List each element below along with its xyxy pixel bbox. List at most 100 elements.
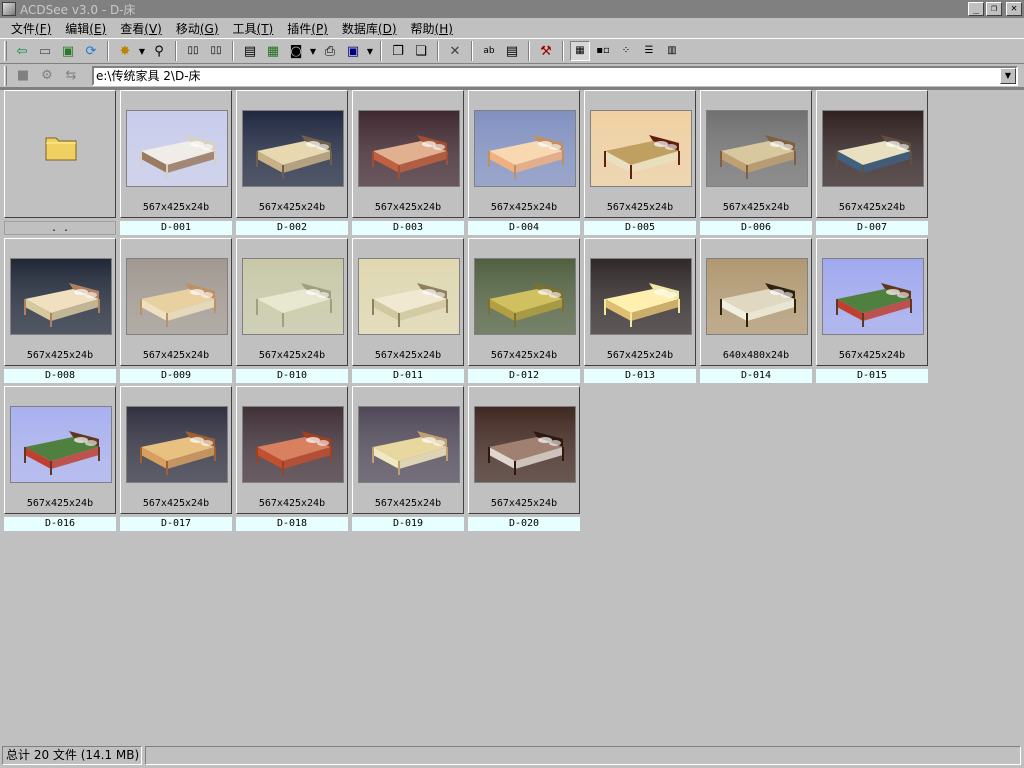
menu-item-5[interactable]: 插件(P): [280, 20, 335, 37]
thumbnail-frame[interactable]: 567x425x24b: [352, 238, 464, 366]
thumbnail-cell[interactable]: 567x425x24b D-007: [816, 90, 928, 236]
parent-folder-icon[interactable]: ▭: [35, 41, 55, 61]
thumbnail-cell[interactable]: 640x480x24b D-014: [700, 238, 812, 384]
file-name-label[interactable]: D-002: [236, 221, 348, 235]
properties-icon[interactable]: ▤: [502, 41, 522, 61]
file-name-label[interactable]: D-014: [700, 369, 812, 383]
thumbnail-image[interactable]: [242, 258, 344, 335]
thumbnail-image[interactable]: [822, 110, 924, 187]
thumbnail-frame[interactable]: 567x425x24b: [236, 238, 348, 366]
thumbnail-image[interactable]: [474, 110, 576, 187]
file-name-label[interactable]: D-019: [352, 517, 464, 531]
thumbnail-frame[interactable]: 567x425x24b: [4, 238, 116, 366]
file-name-label[interactable]: D-001: [120, 221, 232, 235]
thumbnail-image[interactable]: [358, 110, 460, 187]
find-icon[interactable]: ⚲: [149, 41, 169, 61]
thumbnail-frame[interactable]: 567x425x24b: [120, 238, 232, 366]
view-thumbnails-icon[interactable]: ▦: [570, 41, 590, 61]
file-name-label[interactable]: D-013: [584, 369, 696, 383]
thumbnail-image[interactable]: [474, 258, 576, 335]
slideshow-icon[interactable]: ▤: [240, 41, 260, 61]
file-name-label[interactable]: D-003: [352, 221, 464, 235]
thumbnail-cell[interactable]: 567x425x24b D-019: [352, 386, 464, 532]
thumbnail-frame[interactable]: 567x425x24b: [4, 386, 116, 514]
thumbnail-image[interactable]: [126, 258, 228, 335]
thumbnail-frame[interactable]: 567x425x24b: [120, 90, 232, 218]
file-name-label[interactable]: D-010: [236, 369, 348, 383]
thumbnail-cell[interactable]: 567x425x24b D-011: [352, 238, 464, 384]
file-name-label[interactable]: D-020: [468, 517, 580, 531]
thumbnail-cell[interactable]: 567x425x24b D-009: [120, 238, 232, 384]
close-button[interactable]: ✕: [1006, 2, 1022, 16]
thumbnail-image[interactable]: [706, 258, 808, 335]
file-name-label[interactable]: D-004: [468, 221, 580, 235]
file-name-label[interactable]: D-006: [700, 221, 812, 235]
thumbnail-frame[interactable]: 567x425x24b: [352, 90, 464, 218]
thumbnail-frame[interactable]: 640x480x24b: [700, 238, 812, 366]
rename-icon[interactable]: ab: [479, 41, 499, 61]
thumbnail-cell[interactable]: 567x425x24b D-018: [236, 386, 348, 532]
file-name-label[interactable]: D-016: [4, 517, 116, 531]
restore-button[interactable]: ❐: [986, 2, 1002, 16]
acquire-camera-icon[interactable]: ◙: [286, 41, 306, 61]
address-input[interactable]: e:\传统家具 2\D-床 ▼: [92, 66, 1018, 86]
menu-item-3[interactable]: 移动(G): [169, 20, 226, 37]
thumbnail-image[interactable]: [126, 110, 228, 187]
menu-item-0[interactable]: 文件(F): [4, 20, 58, 37]
thumbnail-cell[interactable]: 567x425x24b D-016: [4, 386, 116, 532]
minimize-button[interactable]: _: [968, 2, 984, 16]
parent-folder-frame[interactable]: [4, 90, 116, 218]
thumbnail-image[interactable]: [126, 406, 228, 483]
menu-item-7[interactable]: 帮助(H): [404, 20, 460, 37]
file-name-label[interactable]: D-012: [468, 369, 580, 383]
thumbnail-frame[interactable]: 567x425x24b: [468, 386, 580, 514]
thumbnail-image[interactable]: [590, 258, 692, 335]
thumbnail-image[interactable]: [590, 110, 692, 187]
file-name-label[interactable]: D-017: [120, 517, 232, 531]
parent-folder-cell[interactable]: . .: [4, 90, 116, 236]
thumbnail-image[interactable]: [358, 258, 460, 335]
thumbnail-frame[interactable]: 567x425x24b: [584, 238, 696, 366]
delete-icon[interactable]: ✕: [445, 41, 465, 61]
thumbnail-image[interactable]: [706, 110, 808, 187]
address-grip[interactable]: [4, 65, 7, 86]
view-image-icon[interactable]: ▣: [58, 41, 78, 61]
acquire-dropdown-icon[interactable]: ▼: [309, 47, 317, 56]
thumbnail-frame[interactable]: 567x425x24b: [816, 238, 928, 366]
file-name-label[interactable]: D-008: [4, 369, 116, 383]
title-bar[interactable]: ACDSee v3.0 - D-床 _ ❐ ✕: [0, 0, 1024, 18]
thumbnail-image[interactable]: [242, 406, 344, 483]
thumbnail-image[interactable]: [358, 406, 460, 483]
thumbnail-image[interactable]: [242, 110, 344, 187]
thumbnail-frame[interactable]: 567x425x24b: [468, 238, 580, 366]
favorites-dropdown-icon[interactable]: ▼: [138, 47, 146, 56]
thumbnail-frame[interactable]: 567x425x24b: [468, 90, 580, 218]
thumbnail-image[interactable]: [10, 258, 112, 335]
thumbnail-cell[interactable]: 567x425x24b D-017: [120, 386, 232, 532]
tree-right-icon[interactable]: ▯▯: [206, 41, 226, 61]
file-name-label[interactable]: D-005: [584, 221, 696, 235]
view-large-icons-icon[interactable]: ▪▫: [593, 41, 613, 61]
menu-item-2[interactable]: 查看(V): [113, 20, 169, 37]
wallpaper-icon[interactable]: ▣: [343, 41, 363, 61]
view-list-icon[interactable]: ☰: [639, 41, 659, 61]
file-name-label[interactable]: D-009: [120, 369, 232, 383]
menu-item-6[interactable]: 数据库(D): [335, 20, 404, 37]
address-dropdown-icon[interactable]: ▼: [1000, 68, 1016, 84]
thumbnail-image[interactable]: [474, 406, 576, 483]
thumbnail-view[interactable]: . . 567x425x24b D-001 567x425x24b D-002 …: [0, 88, 1024, 743]
thumbnail-frame[interactable]: 567x425x24b: [584, 90, 696, 218]
thumbnail-cell[interactable]: 567x425x24b D-001: [120, 90, 232, 236]
copy-icon[interactable]: ❐: [388, 41, 408, 61]
thumbnail-cell[interactable]: 567x425x24b D-003: [352, 90, 464, 236]
thumbnail-frame[interactable]: 567x425x24b: [236, 90, 348, 218]
view-small-icons-icon[interactable]: ⁘: [616, 41, 636, 61]
browse-back-icon[interactable]: ⇦: [12, 41, 32, 61]
tools-hammer-icon[interactable]: ⚒: [536, 41, 556, 61]
thumbnail-cell[interactable]: 567x425x24b D-013: [584, 238, 696, 384]
menu-item-4[interactable]: 工具(T): [226, 20, 281, 37]
menu-item-1[interactable]: 编辑(E): [58, 20, 113, 37]
file-name-label[interactable]: D-007: [816, 221, 928, 235]
move-icon[interactable]: ❏: [411, 41, 431, 61]
thumbnail-cell[interactable]: 567x425x24b D-012: [468, 238, 580, 384]
